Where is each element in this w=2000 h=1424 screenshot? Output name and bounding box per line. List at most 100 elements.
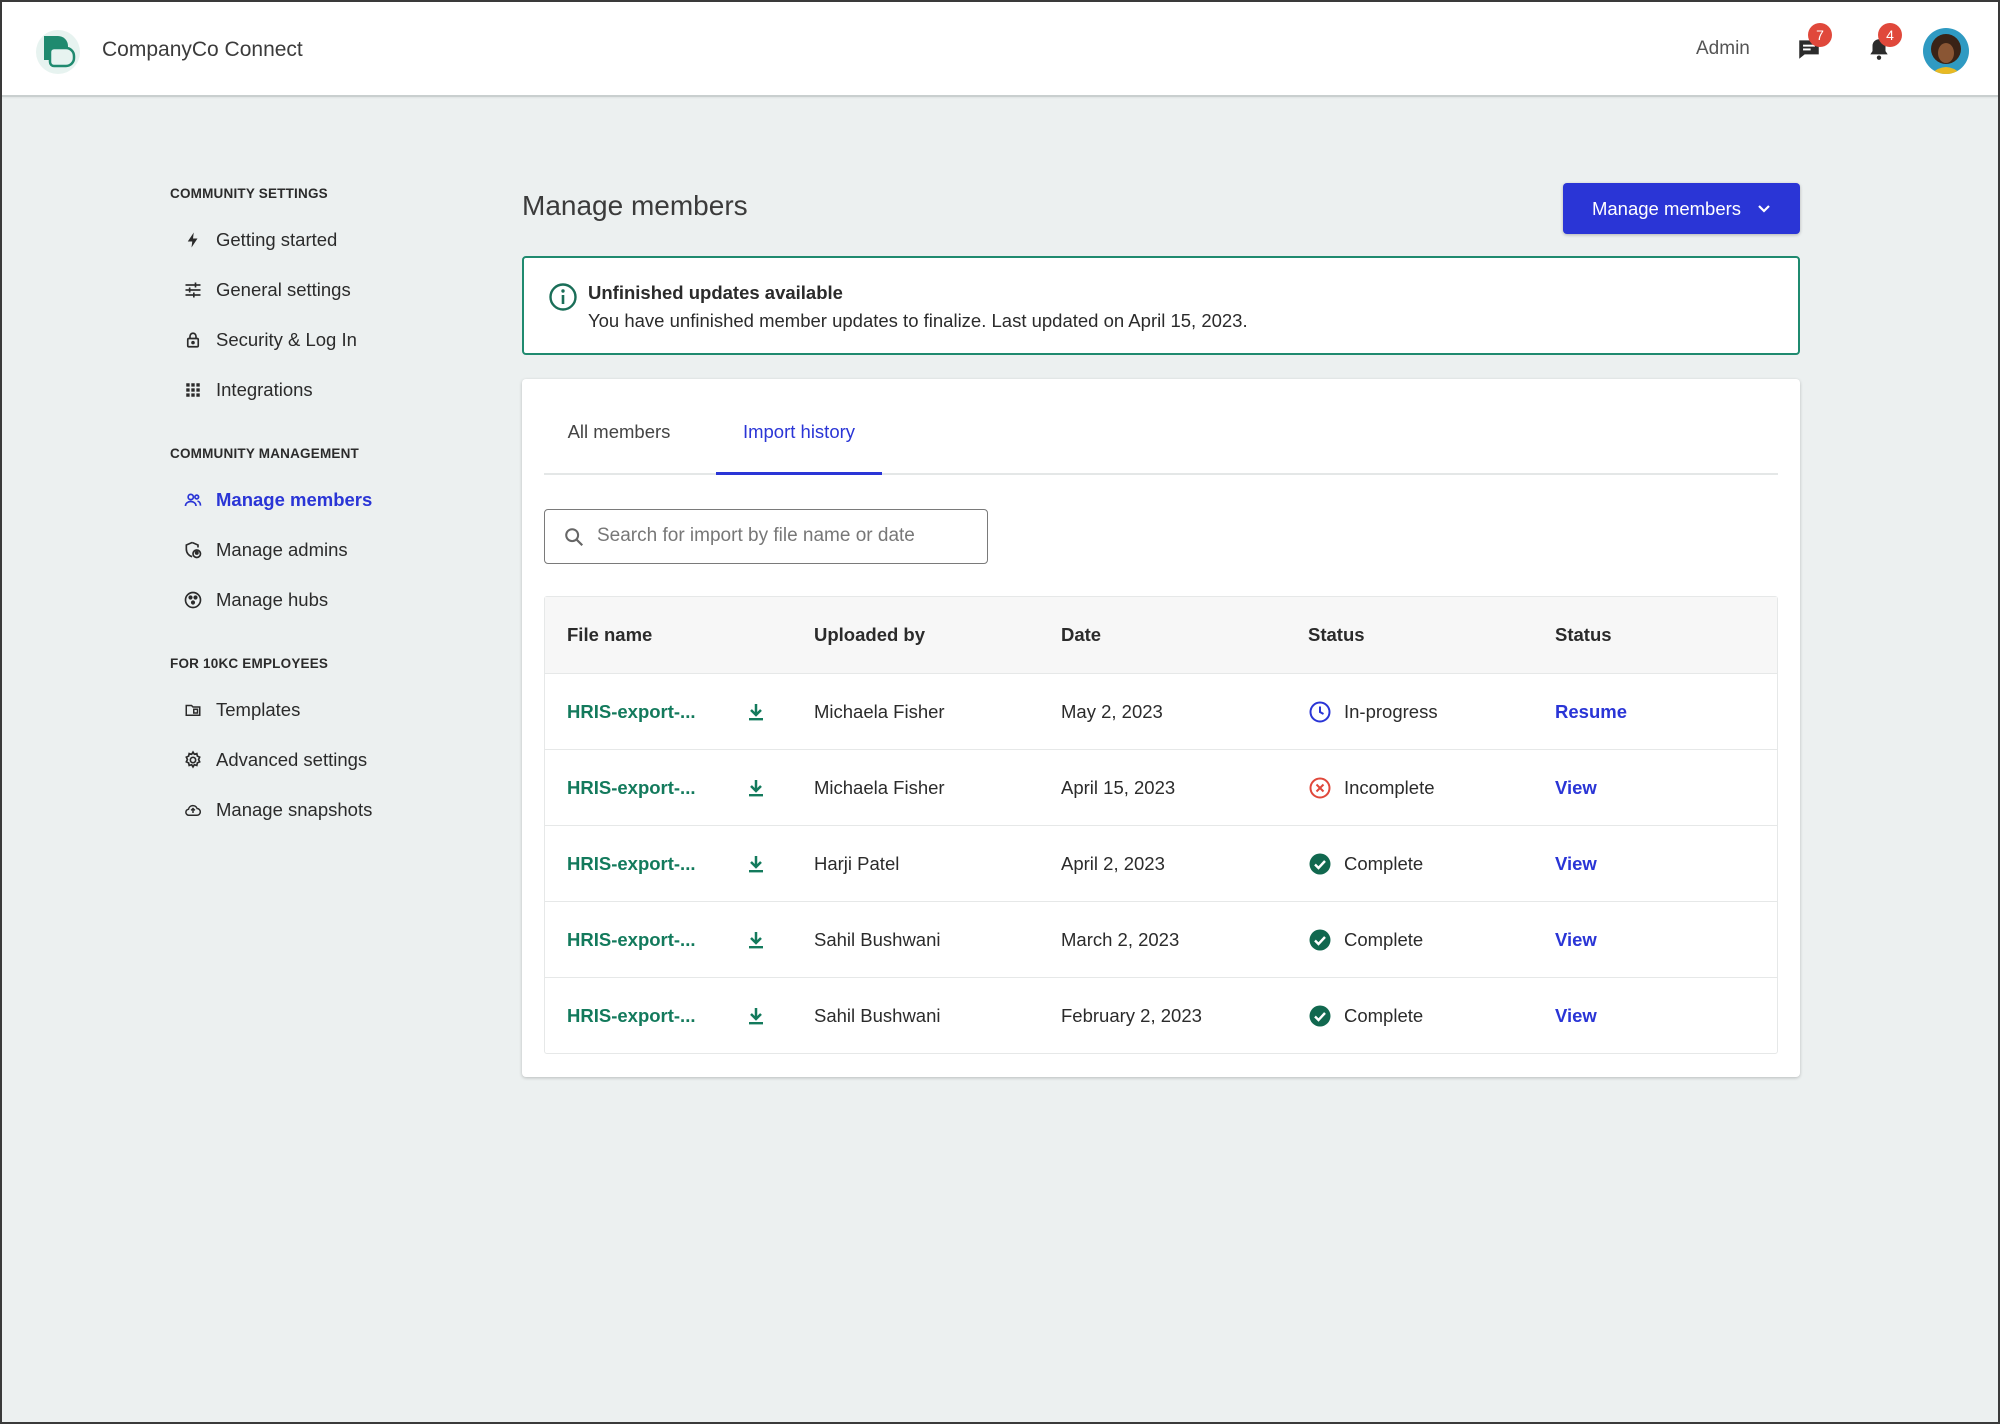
column-header-file-name[interactable]: File name — [567, 597, 652, 673]
file-name-link[interactable]: HRIS-export-... — [567, 826, 695, 902]
sidebar-item-label: Templates — [216, 699, 301, 720]
lock-icon — [182, 329, 204, 351]
table-row: HRIS-export-... Sahil Bushwani March 2, … — [545, 901, 1777, 977]
search-icon — [565, 528, 584, 547]
sidebar-section-title: COMMUNITY MANAGEMENT — [170, 446, 359, 461]
table-row: HRIS-export-... Michaela Fisher May 2, 2… — [545, 673, 1777, 749]
sidebar-item-getting-started[interactable]: Getting started — [170, 215, 500, 265]
resume-link[interactable]: Resume — [1555, 674, 1627, 750]
status-cell: In-progress — [1308, 674, 1438, 750]
sidebar-item-label: Getting started — [216, 229, 338, 250]
page-title: Manage members — [522, 190, 748, 221]
tab-import-history[interactable]: Import history — [716, 379, 882, 475]
grid-icon — [182, 379, 204, 401]
view-link[interactable]: View — [1555, 902, 1597, 978]
file-name-link[interactable]: HRIS-export-... — [567, 750, 695, 826]
status-text: Complete — [1344, 929, 1424, 950]
sidebar-item-manage-members[interactable]: Manage members — [170, 475, 500, 525]
admin-shield-icon — [182, 539, 204, 561]
sidebar-item-templates[interactable]: Templates — [170, 685, 500, 735]
status-cell: Complete — [1308, 826, 1423, 902]
column-header-action[interactable]: Status — [1555, 597, 1612, 673]
view-link[interactable]: View — [1555, 826, 1597, 902]
hub-icon — [182, 589, 204, 611]
uploaded-by: Sahil Bushwani — [814, 929, 941, 950]
file-name-link[interactable]: HRIS-export-... — [567, 978, 695, 1054]
upload-date: April 2, 2023 — [1061, 853, 1165, 874]
status-cell: Incomplete — [1308, 750, 1435, 826]
sidebar-item-label: Advanced settings — [216, 749, 368, 770]
check-circle-icon — [1308, 1004, 1332, 1028]
manage-members-dropdown-button[interactable]: Manage members — [1563, 183, 1800, 234]
upload-date: March 2, 2023 — [1061, 929, 1180, 950]
messages-button[interactable]: 7 — [1796, 23, 1832, 62]
sidebar-item-manage-snapshots[interactable]: Manage snapshots — [170, 785, 500, 835]
sidebar-item-integrations[interactable]: Integrations — [170, 365, 500, 415]
column-header-status[interactable]: Status — [1308, 597, 1365, 673]
view-link[interactable]: View — [1555, 978, 1597, 1054]
table-row: HRIS-export-... Sahil Bushwani February … — [545, 977, 1777, 1053]
uploaded-by: Sahil Bushwani — [814, 1005, 941, 1026]
sidebar-item-label: Manage admins — [216, 539, 348, 560]
sidebar-item-label: Manage hubs — [216, 589, 329, 610]
tab-bar: All members Import history — [544, 379, 1778, 475]
file-name-link[interactable]: HRIS-export-... — [567, 902, 695, 978]
notifications-badge: 4 — [1878, 23, 1902, 47]
upload-date: May 2, 2023 — [1061, 701, 1163, 722]
sidebar-item-advanced-settings[interactable]: Advanced settings — [170, 735, 500, 785]
gear-icon — [182, 749, 204, 771]
status-text: Complete — [1344, 1005, 1424, 1026]
uploaded-by: Michaela Fisher — [814, 777, 945, 798]
download-icon[interactable] — [747, 978, 769, 1054]
table-header-row: File name Uploaded by Date Status Status — [545, 597, 1777, 673]
sidebar-item-label: Integrations — [216, 379, 313, 400]
table-row: HRIS-export-... Harji Patel April 2, 202… — [545, 825, 1777, 901]
column-header-uploaded-by[interactable]: Uploaded by — [814, 597, 925, 673]
tab-all-members[interactable]: All members — [544, 379, 694, 475]
clock-icon — [1308, 700, 1332, 724]
search-input[interactable] — [597, 510, 977, 562]
import-history-table: File name Uploaded by Date Status Status… — [544, 596, 1778, 1054]
search-box[interactable] — [544, 509, 988, 564]
messages-badge: 7 — [1808, 23, 1832, 47]
upload-date: April 15, 2023 — [1061, 777, 1176, 798]
role-label[interactable]: Admin — [1696, 38, 1750, 60]
cloud-upload-icon — [182, 799, 204, 821]
app-name: CompanyCo Connect — [102, 38, 303, 61]
download-icon[interactable] — [747, 902, 769, 978]
user-avatar[interactable] — [1923, 28, 1969, 74]
people-icon — [182, 489, 204, 511]
status-text: Complete — [1344, 853, 1424, 874]
status-cell: Complete — [1308, 902, 1423, 978]
sidebar-item-security[interactable]: Security & Log In — [170, 315, 500, 365]
upload-date: February 2, 2023 — [1061, 1005, 1202, 1026]
sidebar-section-title: FOR 10KC EMPLOYEES — [170, 656, 329, 671]
column-header-date[interactable]: Date — [1061, 597, 1101, 673]
notifications-button[interactable]: 4 — [1866, 23, 1902, 62]
uploaded-by: Harji Patel — [814, 853, 900, 874]
folder-icon — [182, 699, 204, 721]
status-text: In-progress — [1344, 701, 1438, 722]
download-icon[interactable] — [747, 826, 769, 902]
info-icon — [549, 283, 577, 311]
download-icon[interactable] — [747, 674, 769, 750]
alert-title: Unfinished updates available — [588, 282, 843, 303]
alert-body: You have unfinished member updates to fi… — [588, 310, 1248, 331]
status-text: Incomplete — [1344, 777, 1435, 798]
sidebar-section-title: COMMUNITY SETTINGS — [170, 186, 328, 201]
unfinished-updates-alert: Unfinished updates available You have un… — [522, 256, 1800, 355]
company-logo-icon[interactable] — [34, 28, 82, 76]
download-icon[interactable] — [747, 750, 769, 826]
sidebar-item-manage-hubs[interactable]: Manage hubs — [170, 575, 500, 625]
sidebar-item-manage-admins[interactable]: Manage admins — [170, 525, 500, 575]
top-bar: CompanyCo Connect Admin 7 4 — [2, 2, 1998, 97]
table-row: HRIS-export-... Michaela Fisher April 15… — [545, 749, 1777, 825]
check-circle-icon — [1308, 928, 1332, 952]
uploaded-by: Michaela Fisher — [814, 701, 945, 722]
file-name-link[interactable]: HRIS-export-... — [567, 674, 695, 750]
view-link[interactable]: View — [1555, 750, 1597, 826]
sidebar-item-general-settings[interactable]: General settings — [170, 265, 500, 315]
sidebar-item-label: General settings — [216, 279, 351, 300]
check-circle-icon — [1308, 852, 1332, 876]
sidebar-item-label: Manage members — [216, 489, 373, 510]
